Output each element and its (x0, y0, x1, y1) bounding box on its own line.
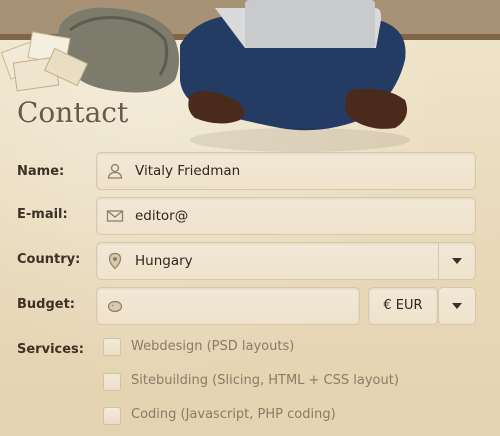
currency-select[interactable]: € EUR (368, 287, 438, 325)
email-label: E-mail: (17, 207, 68, 222)
country-label: Country: (17, 252, 81, 267)
name-value: Vitaly Friedman (135, 163, 241, 179)
email-field[interactable]: editor@ (96, 197, 476, 235)
email-value: editor@ (135, 208, 189, 224)
service-checkbox-coding[interactable] (103, 407, 121, 425)
service-option-label: Sitebuilding (Slicing, HTML + CSS layout… (131, 373, 399, 388)
envelope-icon (106, 210, 124, 222)
service-checkbox-webdesign[interactable] (103, 338, 121, 356)
name-field[interactable]: Vitaly Friedman (96, 152, 476, 190)
currency-dropdown-button[interactable] (438, 287, 476, 325)
service-checkbox-sitebuilding[interactable] (103, 373, 121, 391)
budget-label: Budget: (17, 297, 76, 312)
country-value: Hungary (135, 253, 193, 269)
name-label: Name: (17, 164, 65, 179)
country-select[interactable]: Hungary (96, 242, 476, 280)
chevron-down-icon (452, 303, 462, 309)
service-option-label: Coding (Javascript, PHP coding) (131, 407, 336, 422)
chevron-down-icon (452, 258, 462, 264)
location-pin-icon (108, 252, 122, 270)
page-title: Contact (17, 96, 129, 129)
piggy-bank-icon (107, 300, 123, 313)
user-icon (107, 163, 123, 179)
currency-value: € EUR (383, 298, 423, 313)
budget-field[interactable] (96, 287, 360, 325)
country-dropdown-button[interactable] (438, 243, 475, 279)
header-illustration (0, 0, 500, 152)
person-with-laptop-icon (180, 0, 410, 152)
services-label: Services: (17, 342, 84, 357)
service-option-label: Webdesign (PSD layouts) (131, 339, 295, 354)
